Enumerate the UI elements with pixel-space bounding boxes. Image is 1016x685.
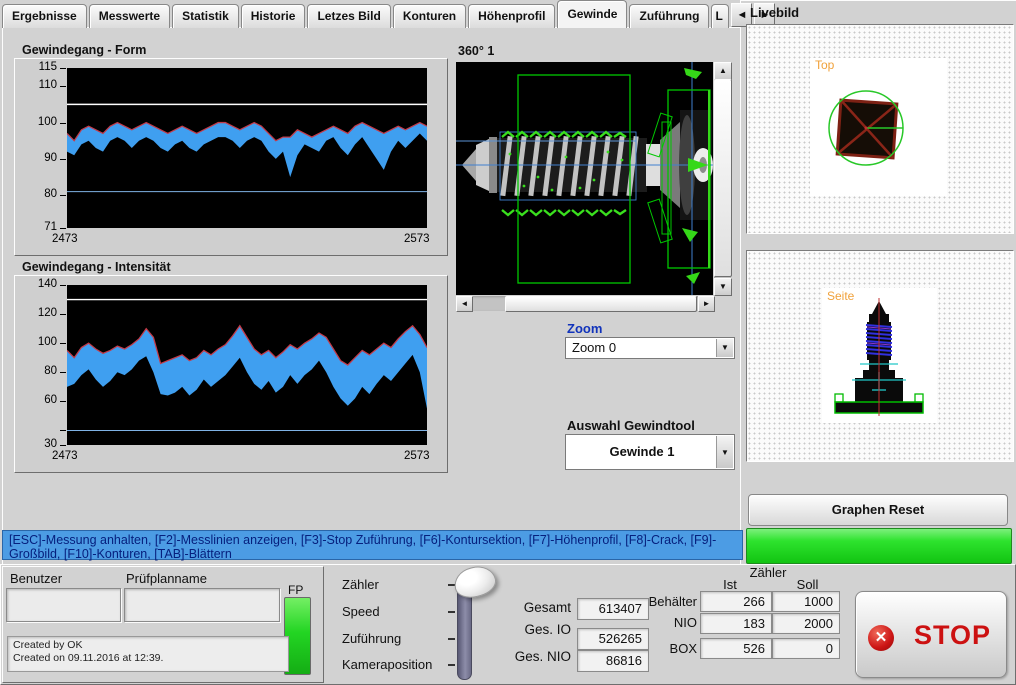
counter-row-box-label: BOX: [640, 641, 697, 656]
chevron-down-icon[interactable]: ▼: [716, 436, 733, 468]
chevron-down-icon[interactable]: ▼: [716, 339, 733, 357]
tab-zufuehrung[interactable]: Zuführung: [629, 4, 709, 28]
counter-behaelter-soll-text: 1000: [773, 592, 839, 609]
gesamt-value-text: 613407: [578, 599, 648, 616]
chart-form-plot: [67, 68, 427, 228]
counter-col-ist: Ist: [705, 577, 755, 592]
counter-behaelter-soll[interactable]: 1000: [772, 591, 840, 612]
inspection-app-window: Ergebnisse Messwerte Statistik Historie …: [0, 0, 1016, 685]
viewer360-image: [456, 62, 713, 295]
gesamt-label: Gesamt: [495, 600, 571, 615]
chart-intensitaet-plot: [67, 285, 427, 445]
graphen-reset-button[interactable]: Graphen Reset: [748, 494, 1008, 526]
gewindtool-select-value: Gewinde 1: [572, 435, 712, 469]
scroll-down-icon[interactable]: ▼: [714, 278, 732, 296]
counter-box-soll-text: 0: [773, 639, 839, 656]
slider-label-kameraposition: Kameraposition: [342, 657, 432, 672]
tab-bar: Ergebnisse Messwerte Statistik Historie …: [2, 1, 775, 28]
counter-behaelter-ist: 266: [700, 591, 772, 612]
gesamt-value: 613407: [577, 598, 649, 620]
livebild-top-label: Top: [815, 58, 834, 72]
ges-nio-label: Ges. NIO: [490, 649, 571, 664]
chart-intensitaet-title: Gewindegang - Intensität: [22, 260, 171, 274]
ges-nio-value-text: 86816: [578, 651, 648, 668]
zoom-select-label: Zoom: [567, 321, 602, 336]
counter-behaelter-ist-text: 266: [701, 592, 771, 609]
pruefplanname-input[interactable]: [124, 588, 280, 622]
chart-form-title: Gewindegang - Form: [22, 43, 146, 57]
tab-messwerte[interactable]: Messwerte: [89, 4, 170, 28]
counter-box-ist: 526: [700, 638, 772, 659]
livebild-side-label: Seite: [827, 289, 854, 303]
stop-x-icon: ✕: [868, 625, 894, 651]
counter-nio-soll-text: 2000: [773, 614, 839, 631]
fp-label: FP: [288, 583, 303, 597]
chart-intensitaet-xmin: 2473: [52, 450, 78, 462]
gewindtool-select-label: Auswahl Gewindtool: [567, 418, 695, 433]
tab-statistik[interactable]: Statistik: [172, 4, 239, 28]
counter-row-nio-label: NIO: [640, 615, 697, 630]
livebild-title: Livebild: [750, 5, 799, 20]
counter-row-behaelter-label: Behälter: [640, 594, 697, 609]
counter-box-ist-text: 526: [701, 639, 771, 656]
slider-tick: [448, 638, 455, 640]
slider-tick: [448, 611, 455, 613]
scroll-left-icon[interactable]: ◄: [456, 296, 473, 312]
counter-col-soll: Soll: [780, 577, 835, 592]
gewindtool-select[interactable]: Gewinde 1 ▼: [565, 434, 735, 470]
zoom-select[interactable]: Zoom 0 ▼: [565, 337, 735, 359]
stop-button[interactable]: ✕ STOP: [855, 591, 1007, 678]
tab-overflow[interactable]: L: [711, 4, 729, 28]
tab-historie[interactable]: Historie: [241, 4, 306, 28]
created-info-box: Created by OK Created on 09.11.2016 at 1…: [7, 636, 289, 672]
viewer360-vthumb[interactable]: [714, 79, 732, 277]
chart-form-xmin: 2473: [52, 233, 78, 245]
scroll-right-icon[interactable]: ►: [698, 296, 715, 312]
tab-hoehenprofil[interactable]: Höhenprofil: [468, 4, 555, 28]
zoom-select-value: Zoom 0: [572, 338, 714, 358]
tab-konturen[interactable]: Konturen: [393, 4, 466, 28]
counter-nio-ist: 183: [700, 613, 772, 634]
tab-letzes-bild[interactable]: Letzes Bild: [307, 4, 390, 28]
slider-label-zufuehrung: Zuführung: [342, 631, 401, 646]
counter-box-soll[interactable]: 0: [772, 638, 840, 659]
viewer360-hthumb[interactable]: [505, 296, 697, 312]
counter-nio-soll[interactable]: 2000: [772, 613, 840, 634]
benutzer-label: Benutzer: [10, 571, 62, 586]
slider-tick: [448, 664, 455, 666]
ges-io-label: Ges. IO: [495, 622, 571, 637]
status-bar: [ESC]-Messung anhalten, [F2]-Messlinien …: [2, 530, 743, 560]
scroll-up-icon[interactable]: ▲: [714, 62, 732, 80]
ges-nio-value: 86816: [577, 650, 649, 672]
ges-io-value-text: 526265: [578, 629, 648, 646]
livebild-top-image: [810, 58, 947, 196]
livebild-side-image: [822, 288, 937, 423]
pruefplanname-label: Prüfplanname: [126, 571, 207, 586]
tab-ergebnisse[interactable]: Ergebnisse: [2, 4, 87, 28]
stop-button-label: STOP: [914, 620, 991, 651]
counter-nio-ist-text: 183: [701, 614, 771, 631]
ges-io-value: 526265: [577, 628, 649, 650]
chart-form-xmax: 2573: [404, 233, 430, 245]
slider-label-speed: Speed: [342, 604, 380, 619]
tab-gewinde-active[interactable]: Gewinde: [557, 0, 627, 28]
chart-intensitaet-xmax: 2573: [404, 450, 430, 462]
status-ok-indicator: [746, 528, 1012, 564]
created-on-line: Created on 09.11.2016 at 12:39.: [13, 652, 283, 665]
benutzer-input[interactable]: [6, 588, 121, 622]
created-by-line: Created by OK: [13, 639, 283, 652]
slider-label-zaehler: Zähler: [342, 577, 379, 592]
viewer360-title: 360° 1: [458, 44, 494, 58]
